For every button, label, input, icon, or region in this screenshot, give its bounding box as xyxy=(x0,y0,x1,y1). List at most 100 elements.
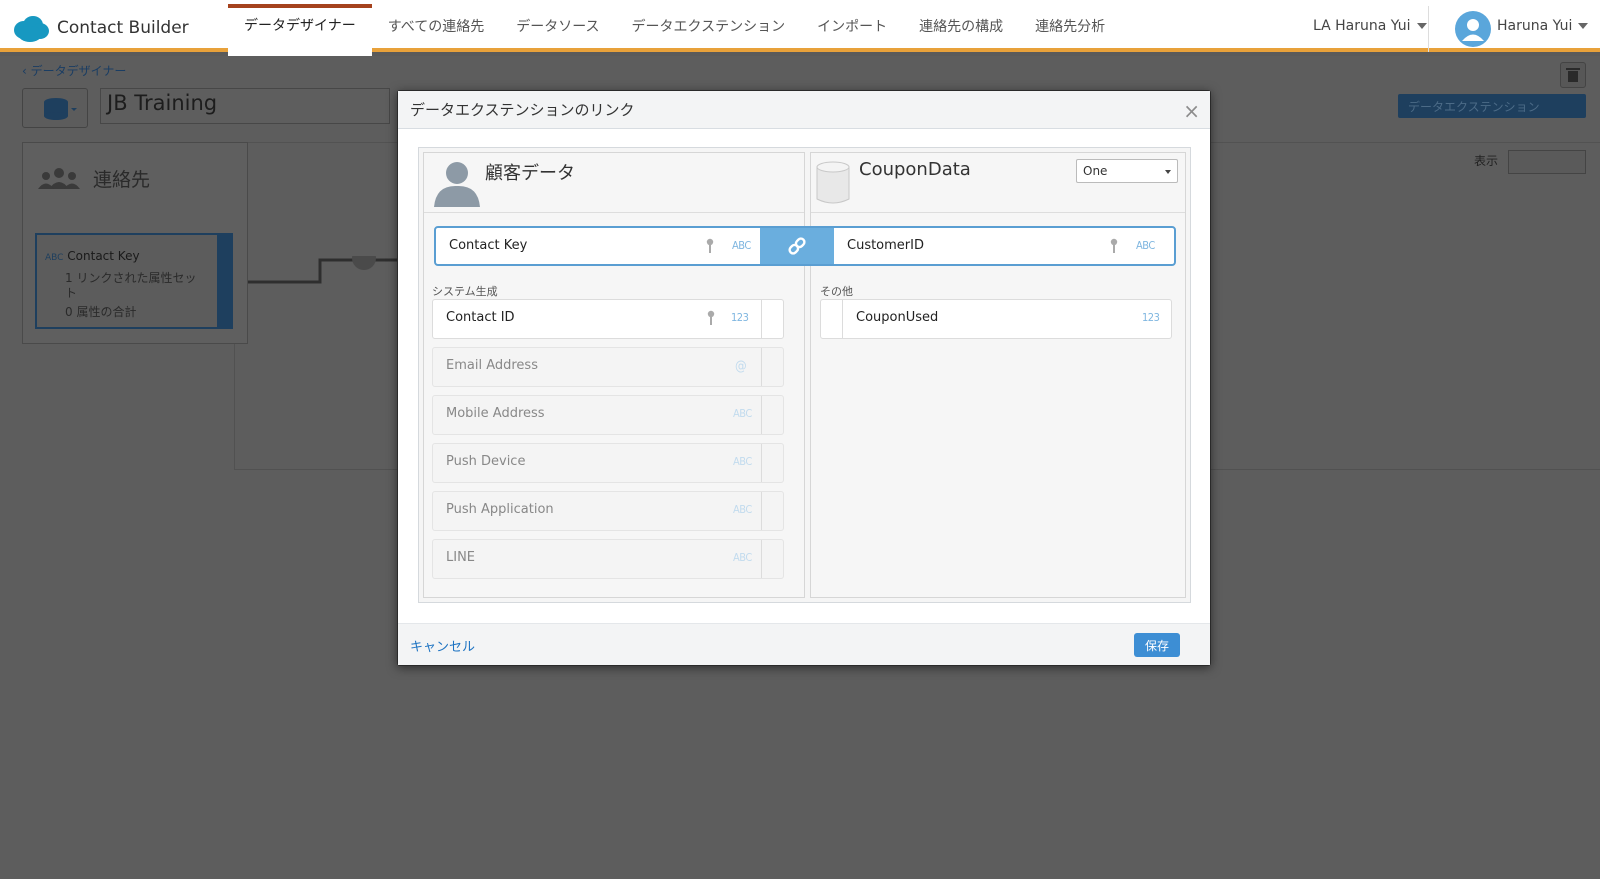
abc-type-icon: ABC xyxy=(733,503,752,516)
attribute-group-name-input[interactable]: JB Training xyxy=(100,88,390,124)
right-data-column: CouponData One その他 CouponUsed 123 xyxy=(810,152,1186,598)
close-icon[interactable]: × xyxy=(1183,99,1200,123)
main-nav: データデザイナー すべての連絡先 データソース データエクステンション インポー… xyxy=(228,4,1121,56)
field-handle[interactable] xyxy=(761,444,783,482)
field-coupon-used[interactable]: CouponUsed 123 xyxy=(820,299,1172,339)
right-column-name: CouponData xyxy=(859,159,971,180)
field-handle[interactable] xyxy=(761,348,783,386)
attribute-name: Contact Key xyxy=(67,249,140,263)
field-label: Push Device xyxy=(446,454,526,469)
abc-type-icon: ABC xyxy=(733,551,752,564)
field-label: Mobile Address xyxy=(446,406,545,421)
database-icon xyxy=(816,161,850,204)
abc-type-icon: ABC xyxy=(45,253,64,263)
attribute-name-row: ABC Contact Key xyxy=(45,249,140,263)
field-handle[interactable] xyxy=(761,540,783,578)
dialog-footer: キャンセル 保存 xyxy=(398,623,1210,665)
cardinality-select[interactable]: One xyxy=(1076,159,1178,183)
view-label: 表示 xyxy=(1474,154,1499,168)
field-handle[interactable] xyxy=(761,300,783,338)
data-extension-button-label: データエクステンション xyxy=(1408,100,1540,114)
trash-icon xyxy=(1566,68,1580,82)
field-line[interactable]: LINE ABC xyxy=(432,539,784,579)
number-type-icon: 123 xyxy=(1142,311,1160,324)
chevron-down-icon xyxy=(1578,23,1589,29)
save-button[interactable]: 保存 xyxy=(1133,633,1180,657)
global-header: Contact Builder データデザイナー すべての連絡先 データソース … xyxy=(0,4,1600,56)
left-column-header: 顧客データ xyxy=(424,153,804,213)
field-email-address[interactable]: Email Address @ xyxy=(432,347,784,387)
field-label: LINE xyxy=(446,550,476,565)
tab-contact-config[interactable]: 連絡先の構成 xyxy=(903,6,1019,52)
field-label: CouponUsed xyxy=(856,310,939,325)
linked-sets-count: 1 リンクされた属性セット xyxy=(65,271,197,300)
relationship-connector xyxy=(248,256,398,284)
tab-all-contacts[interactable]: すべての連絡先 xyxy=(372,6,500,52)
left-column-name: 顧客データ xyxy=(485,163,575,184)
field-label: Push Application xyxy=(446,502,554,517)
business-unit-label: LA Haruna Yui xyxy=(1313,18,1411,34)
cardinality-value: One xyxy=(1083,164,1108,178)
attribute-group-menu-button[interactable] xyxy=(22,88,88,128)
link-field-row: Contact Key ABC CustomerID ABC xyxy=(434,226,1176,266)
field-mobile-address[interactable]: Mobile Address ABC xyxy=(432,395,784,435)
cancel-button[interactable]: キャンセル xyxy=(410,636,475,655)
app-title: Contact Builder xyxy=(57,18,189,38)
chevron-down-icon xyxy=(1416,23,1427,29)
link-target-field[interactable]: CustomerID ABC xyxy=(834,228,1174,264)
tab-data-extensions[interactable]: データエクステンション xyxy=(616,6,802,52)
link-icon xyxy=(788,237,806,255)
person-icon xyxy=(434,162,480,207)
data-extension-button[interactable]: データエクステンション xyxy=(1398,94,1586,118)
abc-type-icon: ABC xyxy=(733,455,752,468)
business-unit-menu[interactable]: LA Haruna Yui xyxy=(1313,18,1427,34)
dialog-header: データエクステンションのリンク × xyxy=(398,91,1210,129)
contacts-icon xyxy=(38,168,80,189)
total-attributes-count: 0 属性の合計 xyxy=(65,305,137,319)
contacts-card[interactable]: 連絡先 ABC Contact Key 1 リンクされた属性セット 0 属性の合… xyxy=(22,142,248,344)
number-type-icon: 123 xyxy=(731,311,749,324)
tab-data-sources[interactable]: データソース xyxy=(500,6,615,52)
abc-type-icon: ABC xyxy=(732,239,751,252)
avatar[interactable] xyxy=(1455,11,1491,47)
key-icon xyxy=(707,310,715,325)
field-handle[interactable] xyxy=(821,300,843,338)
link-button[interactable] xyxy=(760,228,834,264)
contact-key-card[interactable]: ABC Contact Key 1 リンクされた属性セット 0 属性の合計 xyxy=(35,233,233,329)
field-handle[interactable] xyxy=(761,396,783,434)
user-icon xyxy=(1462,19,1484,41)
breadcrumb[interactable]: ‹ データデザイナー xyxy=(22,62,126,79)
link-data-extension-dialog: データエクステンションのリンク × 顧客データ システム生成 Contact I… xyxy=(397,90,1211,666)
email-type-icon: @ xyxy=(735,359,747,374)
user-menu[interactable]: Haruna Yui xyxy=(1497,18,1589,34)
database-icon xyxy=(44,98,77,120)
salesforce-cloud-icon xyxy=(14,16,49,42)
field-push-application[interactable]: Push Application ABC xyxy=(432,491,784,531)
tab-contact-analytics[interactable]: 連絡先分析 xyxy=(1019,6,1121,52)
field-contact-id[interactable]: Contact ID 123 xyxy=(432,299,784,339)
field-handle[interactable] xyxy=(761,492,783,530)
contacts-title: 連絡先 xyxy=(93,169,151,191)
key-icon xyxy=(706,238,714,253)
field-push-device[interactable]: Push Device ABC xyxy=(432,443,784,483)
divider xyxy=(1428,6,1429,52)
link-source-label: Contact Key xyxy=(449,238,528,253)
tab-import[interactable]: インポート xyxy=(801,6,903,52)
link-source-field[interactable]: Contact Key ABC xyxy=(436,228,760,264)
field-label: Contact ID xyxy=(446,310,515,325)
dialog-title: データエクステンションのリンク xyxy=(410,101,635,119)
right-column-header: CouponData One xyxy=(811,153,1185,213)
field-label: Email Address xyxy=(446,358,538,373)
link-target-label: CustomerID xyxy=(847,238,924,253)
abc-type-icon: ABC xyxy=(1136,239,1155,252)
system-generated-label: システム生成 xyxy=(432,285,498,298)
trash-button[interactable] xyxy=(1560,62,1586,88)
tab-data-designer[interactable]: データデザイナー xyxy=(228,4,372,56)
other-section-label: その他 xyxy=(820,285,853,298)
abc-type-icon: ABC xyxy=(733,407,752,420)
dialog-body: 顧客データ システム生成 Contact ID 123 Email Addres… xyxy=(418,147,1191,603)
key-icon xyxy=(1110,238,1118,253)
card-edge-handle[interactable] xyxy=(217,235,231,327)
user-name-label: Haruna Yui xyxy=(1497,18,1573,34)
view-toggle[interactable] xyxy=(1508,150,1586,174)
